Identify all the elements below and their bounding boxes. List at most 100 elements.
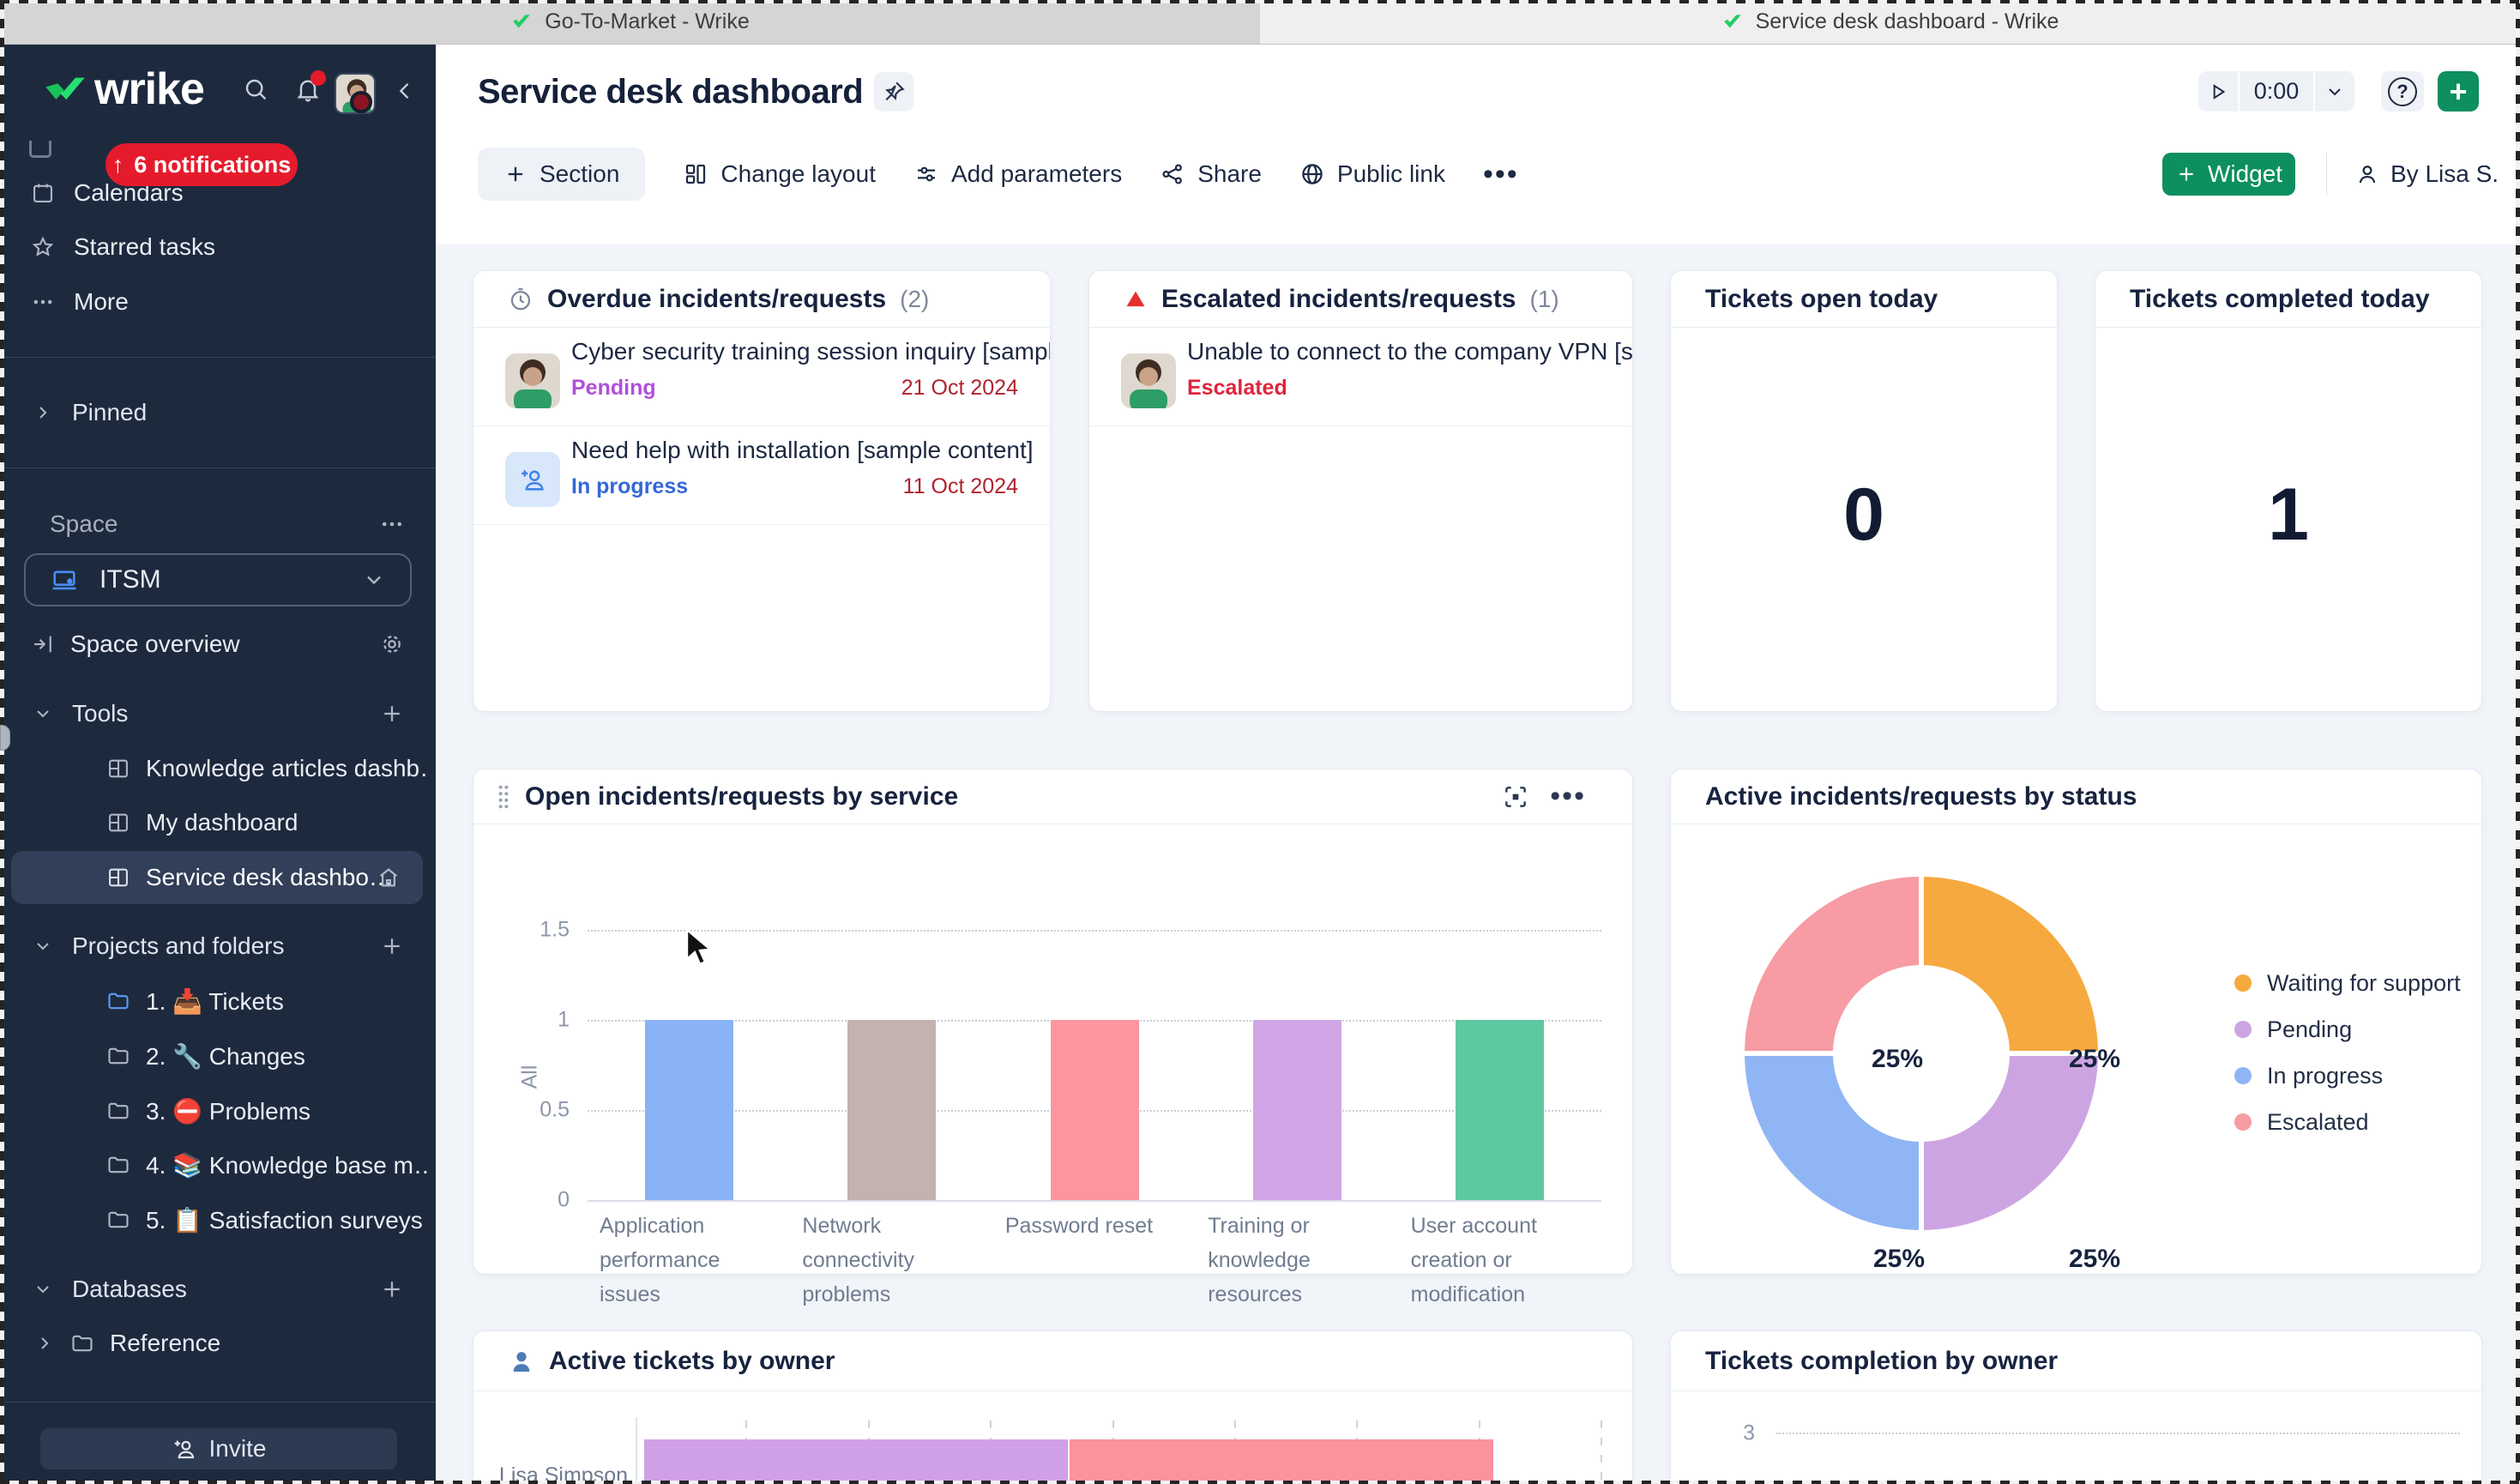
sidebar-item-changes-folder[interactable]: 2. 🔧 Changes <box>0 1029 436 1083</box>
sidebar-section-databases[interactable]: Databases <box>0 1262 436 1317</box>
share-label: Share <box>1197 160 1262 188</box>
widget-header: Tickets completion by owner <box>1671 1331 2481 1391</box>
y-tick: 3 <box>1705 1421 1755 1446</box>
bar-2 <box>1051 1020 1139 1200</box>
wrike-logo[interactable]: wrike <box>45 63 204 115</box>
widget-title: Tickets open today <box>1705 285 1938 314</box>
arrow-up-icon: ↑ <box>112 152 124 178</box>
y-axis-line <box>636 1417 637 1484</box>
legend-item: Waiting for support <box>2234 960 2461 1006</box>
sidebar-item-label: 4. 📚 Knowledge base m… <box>146 1151 429 1179</box>
change-layout-label: Change layout <box>720 160 876 188</box>
timer-value[interactable]: 0:00 <box>2240 71 2313 112</box>
sidebar-item-reference-folder[interactable]: Reference <box>0 1316 436 1371</box>
space-selector[interactable]: ITSM <box>24 553 412 606</box>
sidebar-item-knowledge-articles-dashboard[interactable]: Knowledge articles dashb… <box>0 741 436 796</box>
folder-icon <box>70 1331 94 1355</box>
wrike-logo-icon <box>45 72 86 106</box>
pin-icon[interactable] <box>874 72 913 112</box>
sidebar-section-pinned[interactable]: Pinned <box>0 385 436 440</box>
browser-tab-service-desk[interactable]: Service desk dashboard - Wrike <box>1260 0 2520 44</box>
sidebar-item-tickets-folder[interactable]: 1. 📥 Tickets <box>0 974 436 1029</box>
browser-tab-title: Service desk dashboard - Wrike <box>1756 9 2059 34</box>
sidebar-item-knowledge-base-folder[interactable]: 4. 📚 Knowledge base m… <box>0 1137 436 1192</box>
invite-button[interactable]: Invite <box>40 1428 397 1469</box>
sidebar-item-satisfaction-surveys-folder[interactable]: 5. 📋 Satisfaction surveys <box>0 1192 436 1247</box>
widget-menu-icon[interactable]: ••• <box>1550 780 1586 813</box>
sidebar-section-label: Projects and folders <box>72 932 284 960</box>
sidebar-item-problems-folder[interactable]: 3. ⛔ Problems <box>0 1083 436 1138</box>
header-divider <box>2326 153 2327 196</box>
add-database-icon[interactable] <box>379 1276 405 1302</box>
page-title: Service desk dashboard <box>478 73 863 112</box>
sidebar-section-label: Tools <box>72 700 128 727</box>
public-link-button[interactable]: Public link <box>1299 160 1445 188</box>
person-icon <box>2354 161 2380 187</box>
ticket-row[interactable]: Need help with installation [sample cont… <box>473 426 1050 525</box>
gear-icon[interactable] <box>379 631 405 657</box>
status-badge: In progress <box>571 474 688 499</box>
sidebar-item-service-desk-dashboard[interactable]: Service desk dashbo… <box>0 850 436 905</box>
sidebar-section-projects-and-folders[interactable]: Projects and folders <box>0 919 436 974</box>
change-layout-button[interactable]: Change layout <box>683 160 876 188</box>
legend-dot <box>2234 1021 2252 1038</box>
create-button[interactable]: + <box>2438 71 2479 112</box>
widget-header: Active incidents/requests by status <box>1671 769 2481 824</box>
add-project-icon[interactable] <box>379 933 405 959</box>
calendar-icon <box>31 181 55 205</box>
donut-slice-label: 25% <box>2069 1045 2120 1074</box>
status-badge: Escalated <box>1187 376 1287 401</box>
legend-label: Pending <box>2267 1016 2352 1043</box>
scrolled-item-icon <box>29 141 51 158</box>
home-icon <box>376 865 401 890</box>
main-content: Service desk dashboard Section Change la… <box>436 45 2520 1484</box>
ticket-row[interactable]: Unable to connect to the company VPN [sa… <box>1089 328 1632 426</box>
collapse-sidebar-icon[interactable] <box>393 79 417 103</box>
sidebar-item-label: 5. 📋 Satisfaction surveys <box>146 1206 423 1234</box>
sidebar-section-tools[interactable]: Tools <box>0 686 436 741</box>
itsm-space-icon <box>50 565 79 594</box>
add-tool-icon[interactable] <box>379 701 405 727</box>
sidebar-item-starred-tasks[interactable]: Starred tasks <box>0 220 436 274</box>
play-icon[interactable] <box>2198 71 2238 112</box>
sidebar-item-my-dashboard[interactable]: My dashboard <box>0 795 436 850</box>
widget-overdue-incidents: Overdue incidents/requests (2) Cyber sec… <box>473 270 1051 712</box>
sidebar-section-label: Databases <box>72 1276 187 1303</box>
widget-title: Escalated incidents/requests <box>1161 285 1516 314</box>
clock-icon <box>508 287 534 312</box>
avatar <box>1121 353 1176 408</box>
add-parameters-button[interactable]: Add parameters <box>913 160 1122 188</box>
byline[interactable]: By Lisa S. <box>2354 153 2499 196</box>
bar-category-label: Application performance issues <box>588 1209 790 1312</box>
browser-tab-bar: Go-To-Market - Wrike Service desk dashbo… <box>0 0 2520 45</box>
warning-triangle-icon <box>1124 287 1148 311</box>
widget-tickets-completed-today: Tickets completed today 1 <box>2095 270 2482 712</box>
widget-escalated-incidents: Escalated incidents/requests (1) Unable … <box>1088 270 1633 712</box>
sidebar-item-more[interactable]: More <box>0 274 436 329</box>
share-button[interactable]: Share <box>1160 160 1262 188</box>
space-name: ITSM <box>99 565 161 594</box>
timer-dropdown-icon[interactable] <box>2315 71 2354 112</box>
add-widget-button[interactable]: Widget <box>2162 153 2295 196</box>
gridline <box>1601 1421 1602 1484</box>
notifications-pill[interactable]: ↑ 6 notifications <box>106 143 298 186</box>
owner-label: Lisa Simpson <box>473 1439 628 1484</box>
ticket-row[interactable]: Cyber security training session inquiry … <box>473 328 1050 426</box>
search-icon[interactable] <box>242 75 269 103</box>
person-bust-icon <box>508 1348 535 1375</box>
sliders-icon <box>913 161 939 187</box>
add-section-button[interactable]: Section <box>478 148 645 201</box>
widget-title: Tickets completion by owner <box>1705 1347 2058 1376</box>
space-menu-icon[interactable] <box>379 511 405 537</box>
public-link-label: Public link <box>1337 160 1445 188</box>
toolbar-more-icon[interactable]: ••• <box>1483 158 1519 191</box>
share-icon <box>1160 161 1185 187</box>
focus-mode-icon[interactable] <box>1502 783 1529 811</box>
drag-handle-icon[interactable] <box>496 782 511 811</box>
legend-label: Waiting for support <box>2267 970 2461 997</box>
y-axis-label: All <box>517 1065 542 1089</box>
folder-icon <box>106 1153 130 1177</box>
sidebar-item-space-overview[interactable]: Space overview <box>0 617 436 672</box>
browser-tab-go-to-market[interactable]: Go-To-Market - Wrike <box>0 0 1260 44</box>
help-button[interactable]: ? <box>2381 71 2424 112</box>
